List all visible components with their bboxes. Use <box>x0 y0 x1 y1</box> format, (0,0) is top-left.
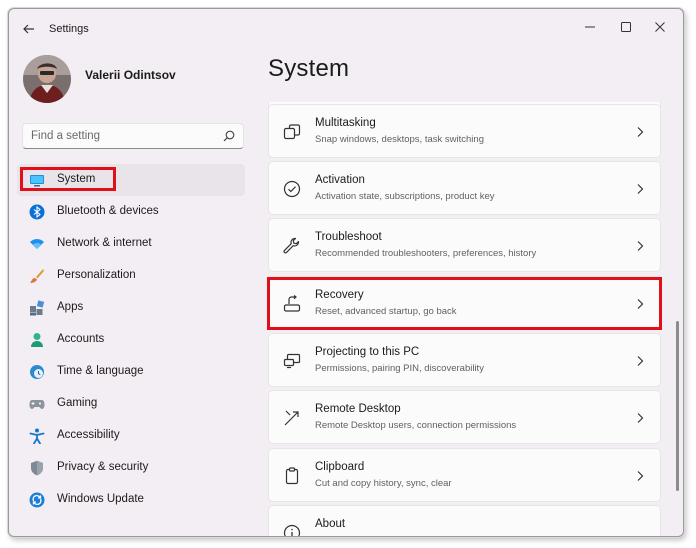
projecting-icon <box>283 353 301 369</box>
card-projecting[interactable]: Projecting to this PC Permissions, pairi… <box>268 333 661 387</box>
sidebar-item-label: Accounts <box>57 333 105 345</box>
clipboard-icon <box>285 467 299 485</box>
sidebar-nav: System Bluetooth & devices Network & int… <box>17 164 245 516</box>
chevron-right-icon <box>637 184 644 194</box>
page-title: System <box>268 55 350 82</box>
search-input[interactable] <box>31 124 216 148</box>
chevron-right-icon <box>637 356 644 366</box>
minimize-icon <box>585 26 595 28</box>
close-icon <box>655 22 665 32</box>
sidebar-item-privacy-security[interactable]: Privacy & security <box>17 452 245 484</box>
clock-globe-icon <box>30 365 44 379</box>
chevron-right-icon <box>637 413 644 423</box>
card-title: Remote Desktop <box>315 403 401 415</box>
sidebar-item-label: Windows Update <box>57 493 144 505</box>
sidebar-item-label: Network & internet <box>57 237 152 249</box>
info-icon <box>283 524 301 536</box>
shield-icon <box>31 460 43 476</box>
card-activation[interactable]: Activation Activation state, subscriptio… <box>268 161 661 215</box>
card-description: Snap windows, desktops, task switching <box>315 134 484 145</box>
wrench-icon <box>283 237 300 254</box>
maximize-button[interactable] <box>611 15 641 39</box>
card-title: Activation <box>315 174 365 186</box>
brush-icon <box>30 269 44 283</box>
sidebar-item-accounts[interactable]: Accounts <box>17 324 245 356</box>
card-title: Multitasking <box>315 117 376 129</box>
search-box[interactable] <box>22 123 244 149</box>
sidebar-item-label: Bluetooth & devices <box>57 205 159 217</box>
minimize-button[interactable] <box>575 15 605 39</box>
card-about[interactable]: About <box>268 505 661 536</box>
sidebar-item-label: Personalization <box>57 269 136 281</box>
card-description: Cut and copy history, sync, clear <box>315 478 452 489</box>
apps-icon <box>30 300 45 316</box>
title-bar: Settings <box>9 9 683 47</box>
card-troubleshoot[interactable]: Troubleshoot Recommended troubleshooters… <box>268 218 661 272</box>
card-description: Remote Desktop users, connection permiss… <box>315 420 517 431</box>
wifi-icon <box>30 239 44 249</box>
card-description: Activation state, subscriptions, product… <box>315 191 495 202</box>
search-icon[interactable] <box>223 130 235 142</box>
maximize-icon <box>621 22 631 32</box>
card-title: Clipboard <box>315 461 365 473</box>
sidebar-item-apps[interactable]: Apps <box>17 292 245 324</box>
user-name: Valerii Odintsov <box>85 68 176 82</box>
chevron-right-icon <box>637 471 644 481</box>
chevron-right-icon <box>637 127 644 137</box>
back-arrow-icon <box>23 24 34 34</box>
remote-desktop-icon <box>284 410 299 426</box>
card-title: About <box>315 518 346 530</box>
close-button[interactable] <box>645 15 675 39</box>
sidebar-item-personalization[interactable]: Personalization <box>17 260 245 292</box>
chevron-right-icon <box>637 241 644 251</box>
sidebar-item-label: Apps <box>57 301 84 313</box>
sidebar-item-accessibility[interactable]: Accessibility <box>17 420 245 452</box>
card-clipboard[interactable]: Clipboard Cut and copy history, sync, cl… <box>268 448 661 502</box>
sidebar-item-windows-update[interactable]: Windows Update <box>17 484 245 516</box>
multitasking-icon <box>283 124 301 140</box>
card-multitasking[interactable]: Multitasking Snap windows, desktops, tas… <box>268 104 661 158</box>
sidebar-item-label: Privacy & security <box>57 461 149 473</box>
sidebar-item-gaming[interactable]: Gaming <box>17 388 245 420</box>
gamepad-icon <box>29 400 45 409</box>
scrollbar[interactable] <box>676 321 679 491</box>
update-icon <box>29 492 45 508</box>
system-highlight-box <box>20 167 116 191</box>
card-description: Permissions, pairing PIN, discoverabilit… <box>315 363 484 374</box>
recovery-highlight-box <box>267 277 662 330</box>
sidebar-item-time-language[interactable]: Time & language <box>17 356 245 388</box>
card-remote-desktop[interactable]: Remote Desktop Remote Desktop users, con… <box>268 390 661 444</box>
avatar[interactable] <box>23 55 71 103</box>
window-title: Settings <box>49 23 89 35</box>
card-title: Troubleshoot <box>315 231 382 243</box>
person-icon <box>31 333 43 347</box>
settings-window: Settings Valerii Odintsov Find a setting… <box>8 8 684 537</box>
card-title: Projecting to this PC <box>315 346 420 358</box>
sidebar-item-label: Accessibility <box>57 429 120 441</box>
check-circle-icon <box>283 180 301 198</box>
card-description: Recommended troubleshooters, preferences… <box>315 248 537 259</box>
sidebar-item-label: Time & language <box>57 365 144 377</box>
sidebar-item-network[interactable]: Network & internet <box>17 228 245 260</box>
bluetooth-icon <box>29 204 45 220</box>
accessibility-icon <box>29 428 45 444</box>
sidebar-item-label: Gaming <box>57 397 98 409</box>
sidebar-item-bluetooth[interactable]: Bluetooth & devices <box>17 196 245 228</box>
back-button[interactable] <box>19 19 39 39</box>
